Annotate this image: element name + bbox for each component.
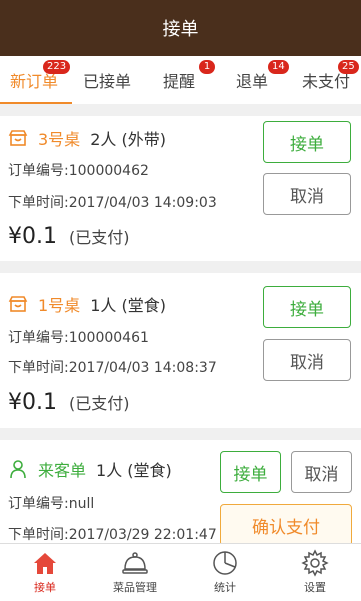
tab-bar: 新订单 223 已接单 提醒 1 退单 14 未支付 25	[0, 56, 361, 104]
app-header: 接单	[0, 0, 361, 56]
order-number: 订单编号:null	[8, 496, 95, 512]
party-info: 1人 (堂食)	[96, 461, 172, 480]
nav-label: 统计	[214, 581, 236, 594]
nav-label: 菜品管理	[113, 581, 157, 594]
home-icon	[34, 553, 56, 574]
order-card: 3号桌 2人 (外带) 订单编号:100000462 下单时间:2017/04/…	[0, 116, 361, 261]
order-number: 订单编号:100000462	[8, 163, 149, 179]
page-title: 接单	[162, 19, 199, 40]
order-price-row: ¥0.1 (已支付)	[8, 224, 129, 249]
nav-settings[interactable]: 设置	[270, 544, 360, 601]
store-icon	[8, 130, 28, 146]
nav-statistics[interactable]: 统计	[180, 544, 270, 601]
nav-label: 设置	[304, 581, 326, 594]
nav-orders[interactable]: 接单	[0, 544, 90, 601]
table-number: 3号桌	[38, 130, 81, 149]
cancel-button[interactable]: 取消	[291, 451, 352, 493]
bottom-nav: 接单 菜品管理 统计 设置	[0, 543, 361, 601]
accept-button[interactable]: 接单	[220, 451, 281, 493]
dish-cover-icon	[122, 552, 148, 574]
person-icon	[10, 460, 26, 479]
badge-new-orders: 223	[43, 60, 71, 74]
order-title: 来客单 1人 (堂食)	[8, 457, 172, 481]
order-time: 下单时间:2017/03/29 22:01:47	[8, 527, 217, 543]
pie-chart-icon	[213, 551, 237, 575]
order-time: 下单时间:2017/04/03 14:08:37	[8, 360, 217, 376]
tab-label: 退单	[236, 72, 269, 91]
tab-label: 提醒	[163, 72, 196, 91]
nav-label: 接单	[34, 581, 56, 594]
party-info: 1人 (堂食)	[90, 296, 166, 315]
order-title: 1号桌 1人 (堂食)	[8, 292, 166, 316]
order-time: 下单时间:2017/04/03 14:09:03	[8, 195, 217, 211]
accept-button[interactable]: 接单	[263, 286, 351, 328]
cancel-button[interactable]: 取消	[263, 339, 351, 381]
order-card: 1号桌 1人 (堂食) 订单编号:100000461 下单时间:2017/04/…	[0, 273, 361, 428]
order-price-row: ¥0.1 (已支付)	[8, 390, 129, 415]
badge-unpaid: 25	[338, 60, 359, 74]
order-number: 订单编号:100000461	[8, 330, 149, 346]
confirm-payment-button[interactable]: 确认支付	[220, 504, 352, 543]
accept-button[interactable]: 接单	[263, 121, 351, 163]
nav-dish-management[interactable]: 菜品管理	[90, 544, 180, 601]
table-number: 来客单	[38, 461, 87, 480]
badge-reminders: 1	[199, 60, 215, 74]
order-card: 来客单 1人 (堂食) 订单编号:null 下单时间:2017/03/29 22…	[0, 440, 361, 543]
tab-reminders[interactable]: 提醒	[163, 56, 195, 104]
table-number: 1号桌	[38, 296, 81, 315]
tab-accepted[interactable]: 已接单	[83, 56, 131, 104]
store-icon	[8, 296, 28, 312]
order-price: ¥0.1	[8, 224, 57, 249]
party-info: 2人 (外带)	[90, 130, 166, 149]
order-title: 3号桌 2人 (外带)	[8, 126, 166, 150]
cancel-button[interactable]: 取消	[263, 173, 351, 215]
active-tab-indicator	[0, 102, 72, 104]
tab-refunds[interactable]: 退单	[236, 56, 268, 104]
tab-label: 已接单	[83, 72, 132, 91]
badge-refunds: 14	[268, 60, 289, 74]
gear-icon	[301, 549, 329, 577]
payment-status: (已支付)	[68, 228, 130, 247]
payment-status: (已支付)	[68, 394, 130, 413]
order-price: ¥0.1	[8, 390, 57, 415]
